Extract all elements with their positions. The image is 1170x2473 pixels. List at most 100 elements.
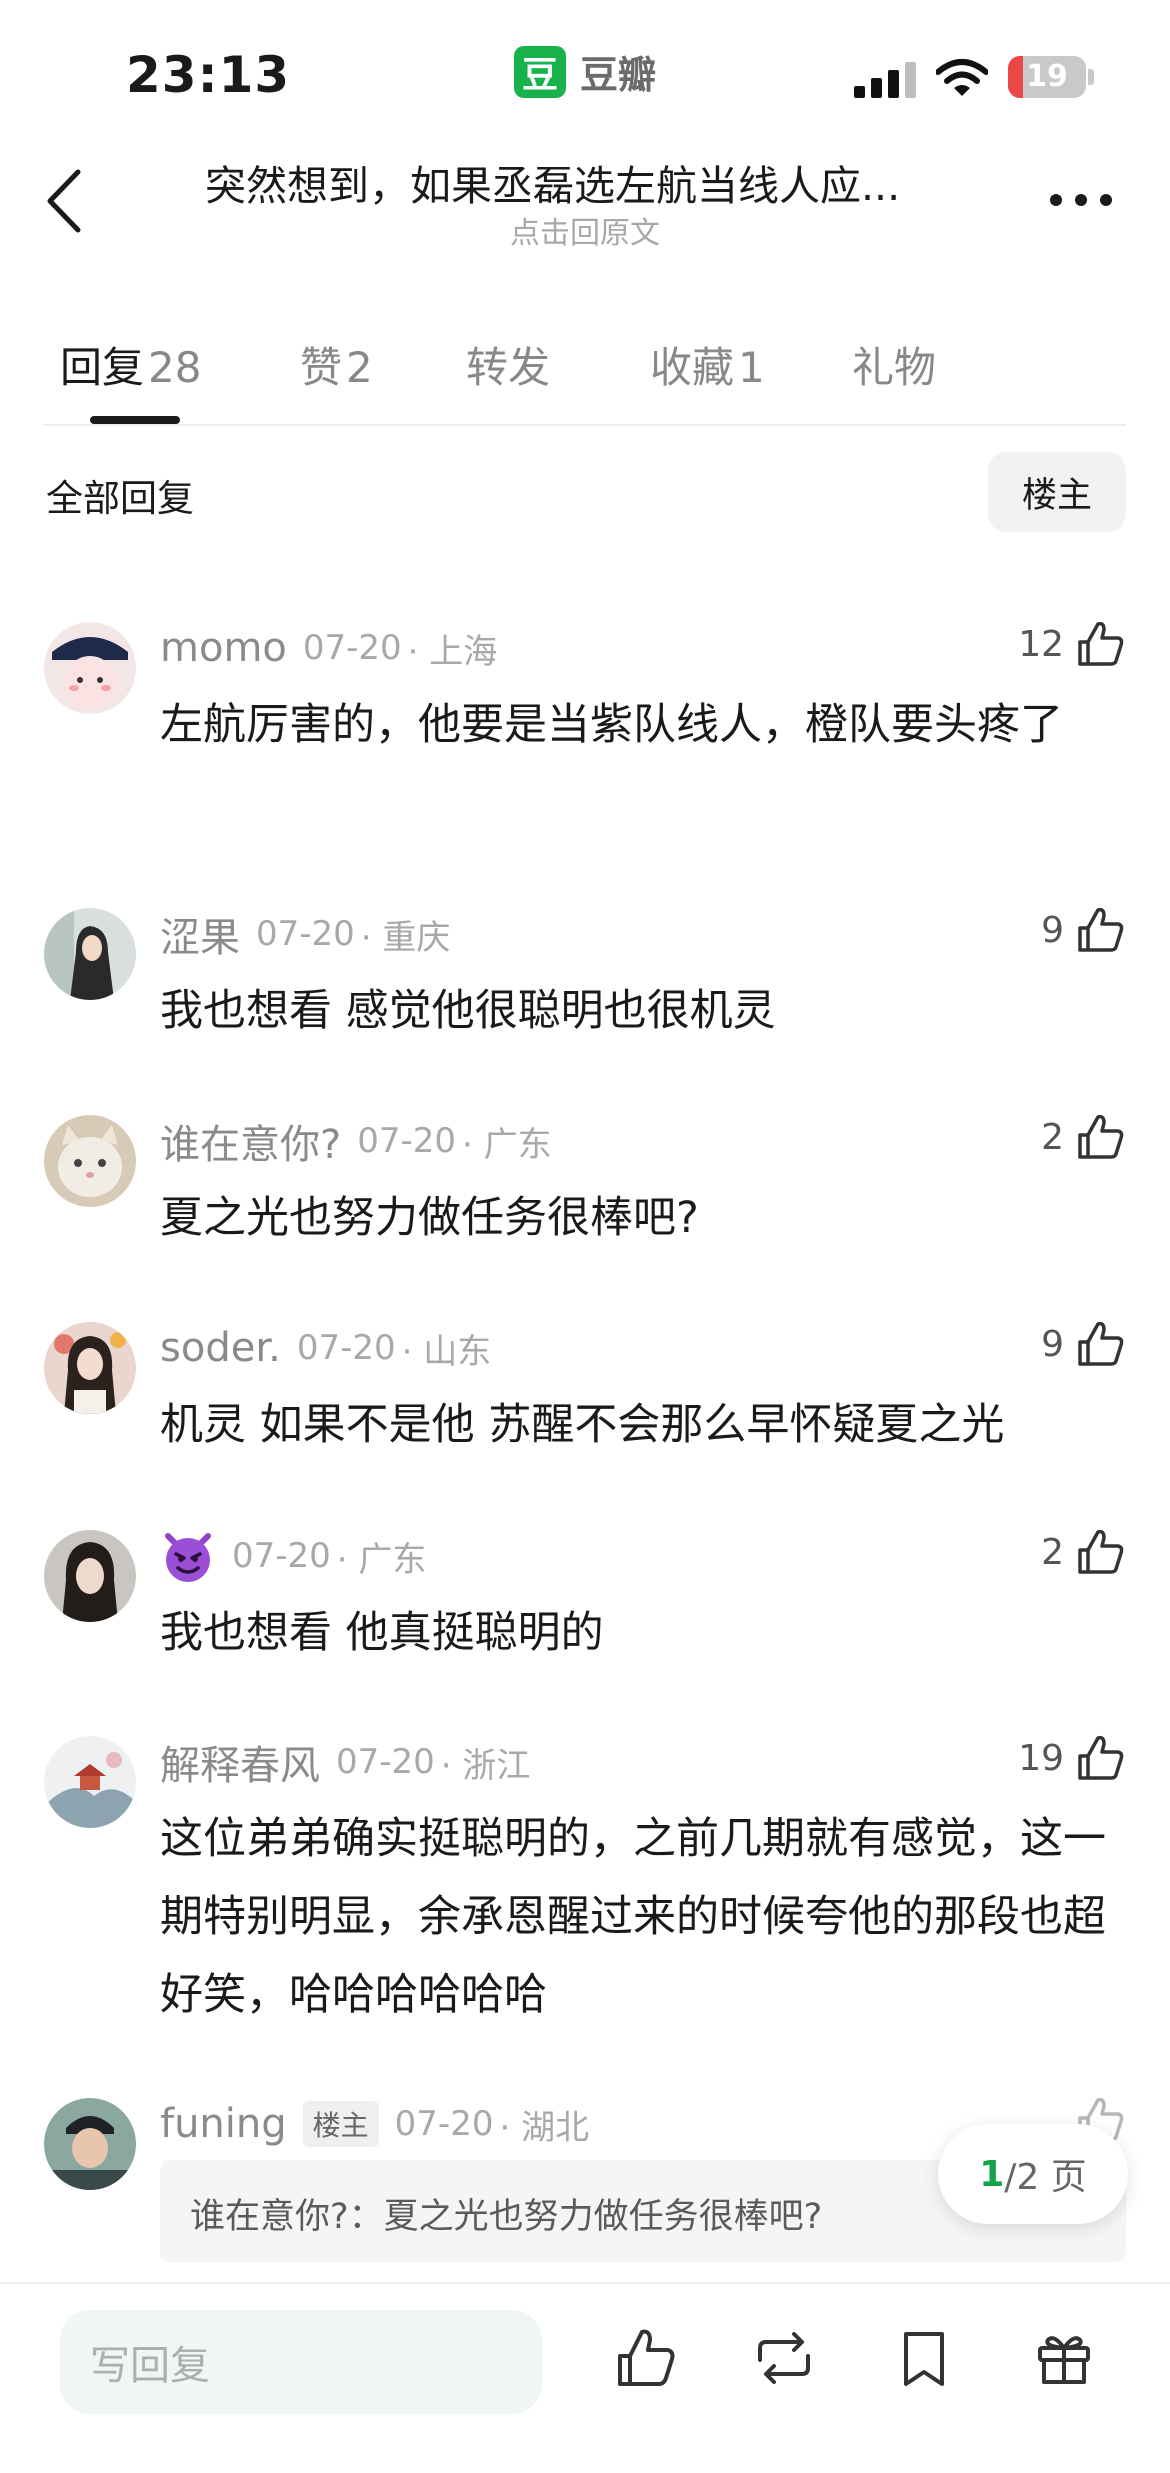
avatar[interactable] (44, 1322, 136, 1414)
battery-icon: 19 (1008, 56, 1086, 98)
comment-location: 广东 (358, 1539, 427, 1580)
comment-meta: soder. 07-20 · 山东 (160, 1325, 492, 1372)
tab-collections[interactable]: 收藏1 (650, 334, 765, 395)
comment-date: 07-20 (302, 628, 402, 668)
comment-text: 机灵 如果不是他 苏醒不会那么早怀疑夏之光 (160, 1400, 1005, 1450)
comment-date: 07-20 (336, 1742, 435, 1782)
like-button[interactable]: 9 (1041, 904, 1126, 956)
like-count: 9 (1041, 909, 1064, 951)
total-pages: /2 页 (1004, 2157, 1087, 2198)
avatar[interactable] (44, 1736, 136, 1828)
comment-meta: 谁在意你? 07-20 · 广东 (160, 1112, 552, 1170)
tab-count: 1 (738, 343, 765, 392)
like-count: 2 (1041, 1531, 1064, 1573)
comment-text: 左航厉害的，他要是当紫队线人，橙队要头疼了 (160, 700, 1063, 750)
comment-date: 07-20 (256, 914, 355, 954)
comment-meta: 07-20 · 广东 (160, 1530, 426, 1582)
like-button[interactable]: 2 (1041, 1111, 1126, 1163)
avatar[interactable] (44, 622, 136, 714)
like-count: 2 (1041, 1116, 1064, 1158)
avatar[interactable] (44, 908, 136, 1000)
comment-location: 山东 (423, 1331, 492, 1372)
comment-meta: momo 07-20 · 上海 (160, 625, 498, 672)
tab-replies[interactable]: 回复28 (60, 334, 201, 395)
comment-meta: 解释春风 07-20 · 浙江 (160, 1733, 531, 1791)
tab-label: 礼物 (852, 343, 937, 392)
comment-author[interactable]: momo (160, 625, 287, 671)
comment-text: 夏之光也努力做任务很棒吧? (160, 1193, 699, 1243)
tab-label: 转发 (466, 343, 551, 392)
like-button[interactable]: 12 (1018, 618, 1126, 670)
status-bar: 23:13 豆 豆瓣 19 (0, 0, 1170, 140)
repost-icon[interactable] (752, 2326, 816, 2390)
tab-divider (44, 424, 1126, 426)
avatar[interactable] (44, 2098, 136, 2190)
back-arrow-icon[interactable] (40, 166, 90, 236)
comment-author[interactable]: funing (160, 2101, 287, 2147)
thumbs-up-icon (1078, 621, 1124, 666)
status-time: 23:13 (126, 46, 291, 104)
active-tab-indicator (90, 416, 180, 424)
like-button[interactable]: 19 (1018, 1732, 1126, 1784)
all-replies-label: 全部回复 (46, 477, 194, 520)
like-count: 9 (1041, 1323, 1064, 1365)
current-page: 1 (979, 2153, 1005, 2195)
thumbs-up-icon (1078, 1735, 1124, 1780)
comment-date: 07-20 (232, 1536, 331, 1576)
tab-label: 赞 (300, 343, 343, 392)
more-options-icon[interactable] (1046, 190, 1116, 210)
thumbs-up-icon (1078, 907, 1124, 952)
comment-text: 我也想看 他真挺聪明的 (160, 1608, 604, 1658)
like-button[interactable]: 9 (1041, 1318, 1126, 1370)
comment-location: 重庆 (382, 917, 451, 958)
douban-logo-icon: 豆 (514, 45, 566, 98)
app-badge: 豆 豆瓣 (514, 44, 656, 99)
comment-author[interactable]: 谁在意你? (160, 1112, 341, 1170)
page-indicator[interactable]: 1/2 页 (938, 2124, 1128, 2224)
comment-text: 这位弟弟确实挺聪明的，之前几期就有感觉，这一期特别明显，余承恩醒过来的时候夸他的… (160, 1814, 1106, 2020)
tab-bar: 回复28 赞2 转发 收藏1 礼物 (0, 300, 1170, 426)
op-badge: 楼主 (302, 2101, 379, 2147)
comment-meta: funing 楼主 07-20 · 湖北 (160, 2101, 590, 2148)
comment-author[interactable]: soder. (160, 1325, 281, 1371)
bookmark-icon[interactable] (892, 2326, 956, 2390)
like-count: 19 (1018, 1737, 1064, 1779)
comment-date: 07-20 (296, 1328, 396, 1368)
comment-location: 湖北 (521, 2107, 590, 2148)
tab-count: 28 (148, 343, 202, 392)
like-button[interactable]: 2 (1041, 1526, 1126, 1578)
post-title[interactable]: 突然想到，如果丞磊选左航当线人应... (205, 152, 965, 212)
comment-date: 07-20 (394, 2104, 494, 2144)
thumbs-up-icon[interactable] (614, 2326, 678, 2390)
back-to-original-link[interactable]: 点击回原文 (440, 208, 730, 252)
cellular-signal-icon (854, 62, 918, 98)
purple-devil-emoji-icon[interactable] (160, 1528, 216, 1584)
comment-text: 我也想看 感觉他很聪明也很机灵 (160, 986, 776, 1036)
comment-location: 广东 (483, 1124, 552, 1165)
tab-reposts[interactable]: 转发 (466, 334, 550, 395)
tab-gifts[interactable]: 礼物 (852, 334, 936, 395)
op-only-filter-button[interactable]: 楼主 (988, 452, 1126, 532)
like-count: 12 (1018, 623, 1064, 665)
comment-date: 07-20 (357, 1121, 457, 1161)
tab-count: 2 (346, 343, 373, 392)
thumbs-up-icon (1078, 1529, 1124, 1574)
tab-likes[interactable]: 赞2 (300, 334, 373, 395)
thumbs-up-icon (1078, 1321, 1124, 1366)
comment-meta: 涩果 07-20 · 重庆 (160, 905, 451, 963)
comment-author[interactable]: 解释春风 (160, 1733, 320, 1791)
tab-label: 收藏 (650, 343, 735, 392)
thumbs-up-icon (1078, 1114, 1124, 1159)
avatar[interactable] (44, 1530, 136, 1622)
comment-author[interactable]: 涩果 (160, 905, 240, 963)
gift-icon[interactable] (1032, 2326, 1096, 2390)
comment-location: 浙江 (462, 1745, 531, 1786)
reply-input[interactable]: 写回复 (60, 2310, 542, 2414)
wifi-icon (936, 59, 988, 96)
bottom-action-bar: 写回复 (0, 2282, 1170, 2473)
comment-location: 上海 (429, 631, 498, 672)
avatar[interactable] (44, 1115, 136, 1207)
app-name: 豆瓣 (580, 53, 657, 97)
tab-label: 回复 (60, 343, 145, 392)
battery-tip (1088, 69, 1094, 85)
